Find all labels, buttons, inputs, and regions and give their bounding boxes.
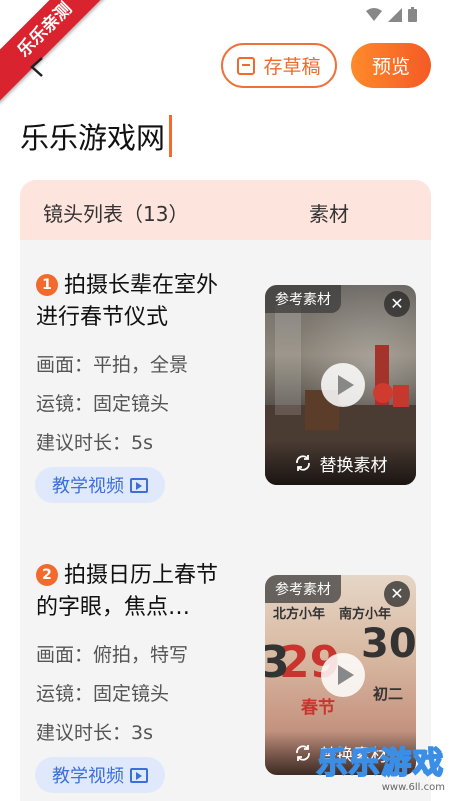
reference-tag: 参考素材 bbox=[265, 285, 341, 313]
watermark: 乐乐游戏 www.6ll.com bbox=[316, 738, 445, 793]
shot-title-text: 拍摄长辈在室外进行春节仪式 bbox=[36, 273, 219, 330]
watermark-url: www.6ll.com bbox=[381, 782, 445, 793]
title-input[interactable]: 乐乐游戏网 bbox=[20, 112, 173, 160]
reference-thumbnail[interactable]: 参考素材 ✕ 替换素材 bbox=[265, 285, 416, 485]
play-icon[interactable] bbox=[321, 363, 365, 407]
shot-title: 2 拍摄日历上春节的字眼，焦点… bbox=[36, 560, 236, 624]
tutorial-video-button[interactable]: 教学视频 bbox=[35, 757, 165, 793]
battery-icon bbox=[408, 7, 417, 22]
shot-duration: 建议时长：3s bbox=[36, 722, 153, 744]
shot-movement: 运镜：固定镜头 bbox=[36, 393, 170, 415]
save-draft-button[interactable]: 存草稿 bbox=[221, 43, 337, 88]
shot-item[interactable]: 1 拍摄长辈在室外进行春节仪式 画面：平拍，全景 运镜：固定镜头 建议时长：5s … bbox=[20, 240, 431, 520]
shot-frame: 画面：俯拍，特写 bbox=[36, 644, 189, 666]
shot-title-text: 拍摄日历上春节的字眼，焦点… bbox=[36, 563, 219, 620]
material-column-title: 素材 bbox=[309, 202, 349, 226]
tutorial-video-button[interactable]: 教学视频 bbox=[35, 467, 165, 503]
shot-list-header: 镜头列表（13） 素材 bbox=[20, 180, 431, 240]
tutorial-video-label: 教学视频 bbox=[52, 766, 124, 787]
shot-title: 1 拍摄长辈在室外进行春节仪式 bbox=[36, 270, 236, 334]
draft-icon bbox=[237, 56, 256, 75]
video-icon bbox=[130, 767, 148, 783]
calendar-text: 30 bbox=[361, 621, 416, 667]
signal-icon bbox=[388, 7, 402, 22]
shot-list-title: 镜头列表（13） bbox=[43, 202, 189, 226]
preview-button[interactable]: 预览 bbox=[351, 43, 431, 88]
shot-duration: 建议时长：5s bbox=[36, 432, 153, 454]
close-icon[interactable]: ✕ bbox=[384, 291, 410, 317]
calendar-text: 初二 bbox=[373, 685, 404, 703]
back-icon[interactable] bbox=[26, 56, 48, 78]
preview-label: 预览 bbox=[371, 56, 410, 78]
text-caret bbox=[169, 115, 173, 157]
calendar-text: 3 bbox=[265, 637, 290, 688]
video-icon bbox=[130, 477, 148, 493]
refresh-icon bbox=[295, 745, 310, 761]
title-text: 乐乐游戏网 bbox=[20, 121, 166, 155]
replace-material-label: 替换素材 bbox=[319, 455, 388, 476]
reference-tag: 参考素材 bbox=[265, 575, 341, 603]
watermark-title: 乐乐游戏 bbox=[316, 745, 445, 782]
refresh-icon bbox=[295, 455, 310, 471]
replace-material-button[interactable]: 替换素材 bbox=[265, 441, 416, 485]
play-icon[interactable] bbox=[321, 653, 365, 697]
tutorial-video-label: 教学视频 bbox=[52, 476, 124, 497]
wifi-icon bbox=[366, 7, 382, 21]
shot-frame: 画面：平拍，全景 bbox=[36, 354, 189, 376]
shot-number-badge: 2 bbox=[36, 564, 58, 586]
calendar-text: 北方小年 bbox=[273, 607, 326, 622]
shot-list-panel: 镜头列表（13） 素材 1 拍摄长辈在室外进行春节仪式 画面：平拍，全景 运镜：固… bbox=[20, 180, 431, 801]
shot-movement: 运镜：固定镜头 bbox=[36, 683, 170, 705]
calendar-text: 南方小年 bbox=[339, 607, 392, 622]
close-icon[interactable]: ✕ bbox=[384, 581, 410, 607]
shot-number-badge: 1 bbox=[36, 274, 58, 296]
save-draft-label: 存草稿 bbox=[263, 56, 321, 78]
